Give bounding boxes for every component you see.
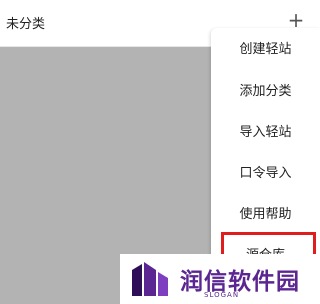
menu-item-create-site[interactable]: 创建轻站 — [211, 36, 320, 64]
brand-slogan: SLOGAN — [204, 291, 240, 299]
menu-item-passcode-import[interactable]: 口令导入 — [211, 160, 320, 188]
brand-logo-icon — [132, 262, 168, 296]
watermark-banner: 润信软件园 SLOGAN — [120, 254, 320, 304]
category-title: 未分类 — [6, 17, 46, 32]
menu-item-help[interactable]: 使用帮助 — [211, 201, 320, 229]
menu-item-import-site[interactable]: 导入轻站 — [211, 119, 320, 147]
brand-name: 润信软件园 — [180, 269, 300, 295]
menu-item-add-category[interactable]: 添加分类 — [211, 78, 320, 106]
